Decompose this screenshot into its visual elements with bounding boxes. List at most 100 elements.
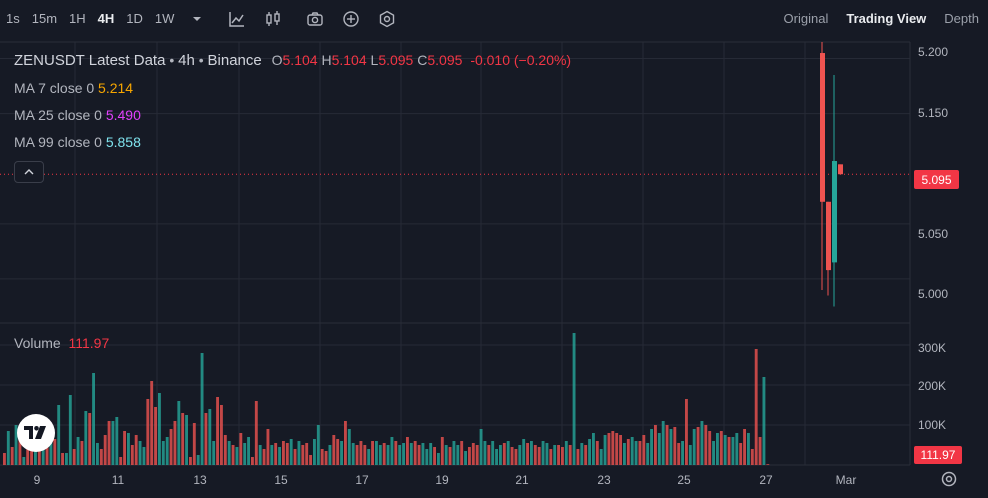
high-value: 5.104 bbox=[331, 52, 367, 68]
volume-bar bbox=[378, 445, 382, 465]
volume-bar bbox=[743, 429, 746, 465]
volume-bar bbox=[293, 449, 297, 465]
ma7-legend: MA 7 close 0 5.214 bbox=[14, 80, 133, 96]
volume-bar bbox=[499, 445, 502, 465]
volume-bar bbox=[223, 435, 227, 465]
volume-bar bbox=[421, 443, 425, 465]
volume-bar bbox=[239, 433, 243, 465]
volume-bar bbox=[611, 431, 615, 465]
volume-bar bbox=[119, 457, 123, 465]
volume-bar bbox=[130, 445, 134, 465]
volume-bar bbox=[398, 445, 402, 465]
volume-bar bbox=[204, 413, 208, 465]
volume-bar bbox=[92, 373, 95, 465]
price-tick: 5.200 bbox=[918, 45, 949, 59]
current-volume-badge: 111.97 bbox=[914, 446, 962, 464]
volume-bar bbox=[185, 415, 188, 465]
volume-bar bbox=[440, 437, 444, 465]
volume-bar bbox=[278, 447, 281, 465]
date-tick: 25 bbox=[677, 473, 691, 487]
volume-bar bbox=[262, 449, 266, 465]
date-tick: Mar bbox=[835, 473, 857, 487]
volume-bar bbox=[429, 443, 433, 465]
volume-bar bbox=[677, 443, 681, 465]
volume-bar bbox=[107, 421, 111, 465]
volume-bar bbox=[533, 445, 537, 465]
date-tick: 17 bbox=[355, 473, 369, 487]
volume-bar bbox=[84, 411, 88, 465]
volume-bar bbox=[487, 445, 491, 465]
volume-bar bbox=[642, 435, 646, 465]
ma7-label: MA 7 close 0 bbox=[14, 80, 95, 96]
ma99-legend: MA 99 close 0 5.858 bbox=[14, 134, 141, 150]
volume-bar bbox=[10, 447, 14, 465]
volume-bar bbox=[336, 439, 340, 465]
volume-bar bbox=[161, 441, 165, 465]
volume-bar bbox=[165, 437, 169, 465]
close-label: C bbox=[417, 52, 428, 68]
volume-bar bbox=[599, 449, 603, 465]
volume-bar bbox=[111, 421, 115, 465]
volume-bar bbox=[526, 443, 529, 465]
volume-tick: 200K bbox=[918, 379, 947, 393]
volume-label: Volume bbox=[14, 335, 61, 351]
volume-bar bbox=[227, 441, 231, 465]
volume-bar bbox=[305, 443, 309, 465]
volume-bar bbox=[390, 437, 394, 465]
collapse-legend-button[interactable] bbox=[14, 161, 44, 183]
volume-bar bbox=[103, 435, 107, 465]
volume-bar bbox=[483, 441, 487, 465]
price-tick: 5.150 bbox=[918, 106, 949, 120]
volume-bar bbox=[351, 443, 355, 465]
ma99-value: 5.858 bbox=[105, 134, 141, 150]
volume-bar bbox=[681, 441, 684, 465]
volume-bar bbox=[196, 455, 200, 465]
volume-bar bbox=[630, 437, 634, 465]
volume-bar bbox=[282, 441, 285, 465]
volume-bar bbox=[723, 435, 727, 465]
volume-bar bbox=[158, 393, 161, 465]
volume-tick: 100K bbox=[918, 418, 947, 432]
volume-bar bbox=[53, 439, 57, 465]
volume-tick: 300K bbox=[918, 341, 947, 355]
volume-bar bbox=[289, 439, 293, 465]
volume-bar bbox=[274, 443, 278, 465]
volume-bar bbox=[572, 333, 576, 465]
volume-bar bbox=[316, 425, 320, 465]
volume-bar bbox=[704, 425, 708, 465]
date-tick: 13 bbox=[193, 473, 207, 487]
volume-bar bbox=[530, 441, 533, 465]
price-chart[interactable] bbox=[0, 0, 988, 498]
volume-bar bbox=[588, 439, 591, 465]
volume-bar bbox=[216, 397, 219, 465]
volume-bar bbox=[394, 441, 398, 465]
volume-bar bbox=[301, 445, 305, 465]
volume-bar bbox=[514, 449, 518, 465]
ohlc-values: O5.104 H5.104 L5.095 C5.095 -0.010 (−0.2… bbox=[272, 52, 571, 68]
volume-bar bbox=[580, 443, 584, 465]
volume-bar bbox=[553, 445, 557, 465]
volume-bar bbox=[433, 447, 436, 465]
volume-bar bbox=[375, 441, 378, 465]
volume-bar bbox=[506, 441, 510, 465]
date-tick: 19 bbox=[435, 473, 449, 487]
volume-bar bbox=[231, 445, 235, 465]
candle-body bbox=[832, 161, 837, 263]
current-price-badge: 5.095 bbox=[914, 170, 959, 189]
ma25-label: MA 25 close 0 bbox=[14, 107, 102, 123]
tradingview-logo[interactable] bbox=[17, 414, 55, 452]
volume-bar bbox=[146, 399, 150, 465]
volume-bar bbox=[471, 443, 475, 465]
ma25-legend: MA 25 close 0 5.490 bbox=[14, 107, 141, 123]
volume-bar bbox=[634, 441, 638, 465]
volume-bar bbox=[324, 451, 328, 465]
volume-bar bbox=[409, 443, 413, 465]
volume-bar bbox=[313, 439, 316, 465]
volume-bar bbox=[99, 449, 103, 465]
volume-bar bbox=[549, 449, 553, 465]
volume-bar bbox=[661, 421, 665, 465]
open-value: 5.104 bbox=[282, 52, 318, 68]
settings-gear-icon[interactable] bbox=[940, 470, 958, 488]
low-value: 5.095 bbox=[378, 52, 414, 68]
volume-bar bbox=[406, 437, 409, 465]
